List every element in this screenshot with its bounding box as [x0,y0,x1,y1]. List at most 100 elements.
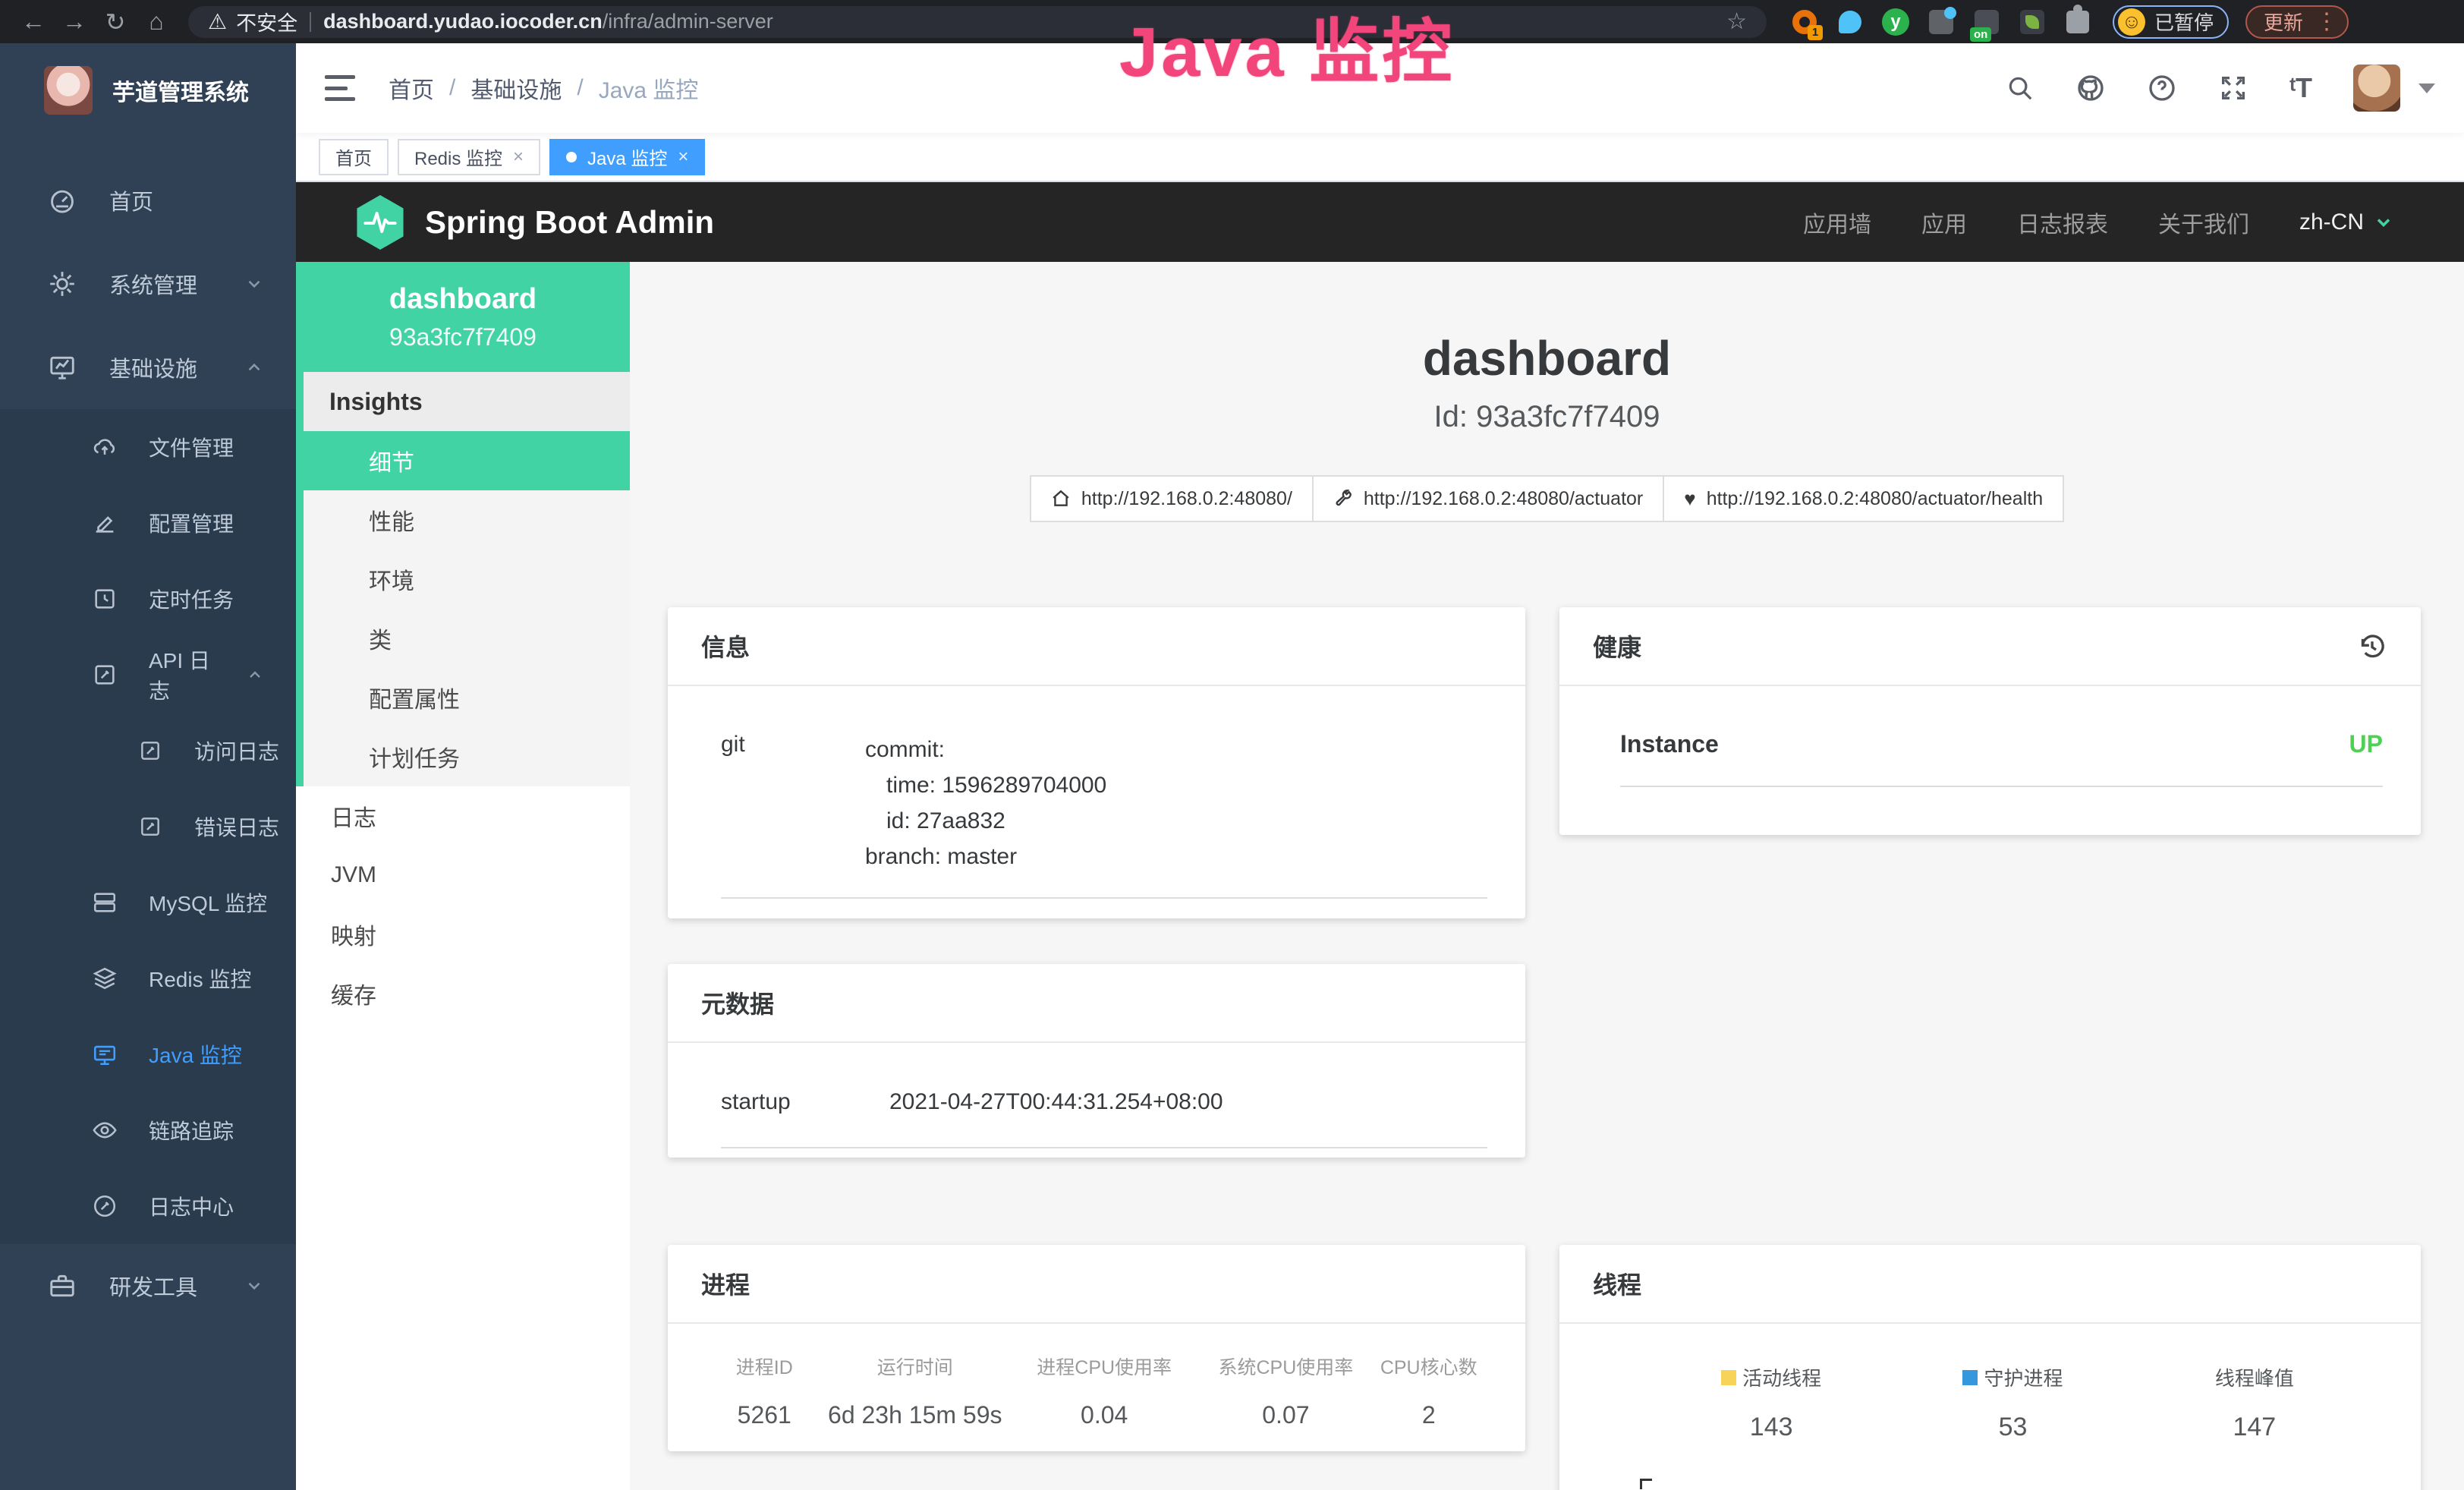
cpu-cores-value: 2 [1374,1401,1483,1429]
legend-peak-threads: 线程峰值 147 [2134,1363,2375,1442]
system-cpu-value: 0.07 [1197,1401,1374,1429]
breadcrumb-infra[interactable]: 基础设施 [470,71,562,105]
extension-icon-leaf[interactable] [2017,7,2047,37]
sba-menu-scheduled-tasks[interactable]: 计划任务 [304,727,630,786]
close-icon[interactable]: × [513,146,524,168]
search-icon[interactable] [2006,74,2034,102]
sba-nav-journal[interactable]: 日志报表 [2017,206,2108,239]
sidebar-item-config[interactable]: 配置管理 [0,485,296,561]
sidebar-item-system[interactable]: 系统管理 [0,242,296,326]
sidebar-item-apilog[interactable]: API 日志 [0,637,296,713]
extension-icon-grid[interactable] [1926,7,1956,37]
tab-java-monitor[interactable]: Java 监控 × [549,139,705,175]
axis-corner [1640,1479,1652,1489]
legend-label: 线程峰值 [2215,1363,2294,1391]
sba-nav-wallboard[interactable]: 应用墙 [1803,206,1871,239]
endpoint-buttons: http://192.168.0.2:48080/ http://192.168… [630,475,2464,522]
url-host: dashboard.yudao.iocoder.cn [323,10,603,33]
sidebar-item-infra[interactable]: 基础设施 [0,326,296,409]
extension-icon-on[interactable] [1972,7,2002,37]
endpoint-url: http://192.168.0.2:48080/actuator/health [1707,488,2043,510]
sidebar-item-job[interactable]: 定时任务 [0,561,296,637]
browser-update-button[interactable]: 更新 ⋮ [2245,5,2349,39]
endpoint-health-button[interactable]: ♥ http://192.168.0.2:48080/actuator/heal… [1663,475,2064,522]
sba-menu-metrics[interactable]: 性能 [304,490,630,550]
infra-submenu: 文件管理 配置管理 定时任务 [0,409,296,1244]
home-icon[interactable]: ⌂ [138,5,175,39]
heart-icon: ♥ [1684,487,1695,511]
security-warning[interactable]: ⚠ 不安全 [208,7,297,36]
sidebar-item-file[interactable]: 文件管理 [0,409,296,485]
endpoint-actuator-button[interactable]: http://192.168.0.2:48080/actuator [1312,475,1664,522]
profile-paused-chip[interactable]: ☺ 已暂停 [2113,5,2229,39]
font-size-icon[interactable]: ᵗT [2289,72,2312,104]
sba-instance-box[interactable]: dashboard 93a3fc7f7409 [296,262,630,372]
layers-icon [90,966,120,991]
sba-menu-config-props[interactable]: 配置属性 [304,668,630,727]
column-header: CPU核心数 [1374,1353,1483,1380]
url-text[interactable]: dashboard.yudao.iocoder.cn/infra/admin-s… [323,10,773,33]
sidebar-item-label: 文件管理 [149,432,234,462]
sidebar-item-label: Java 监控 [149,1039,242,1069]
tab-redis-monitor[interactable]: Redis 监控 × [398,139,540,175]
sidebar-item-mysql[interactable]: MySQL 监控 [0,865,296,940]
help-icon[interactable] [2147,73,2177,103]
sidebar-item-label: 研发工具 [109,1270,212,1302]
sidebar-item-home[interactable]: 首页 [0,159,296,242]
sidebar-item-label: 访问日志 [194,736,279,766]
threads-card: 线程 活动线程 143 [1559,1245,2421,1490]
extension-icon-pin[interactable] [1835,7,1865,37]
sidebar-item-access-log[interactable]: 访问日志 [0,713,296,789]
extension-icon-green-y[interactable]: y [1880,7,1911,37]
sidebar-item-trace[interactable]: 链路追踪 [0,1092,296,1168]
process-cpu-value: 0.04 [1012,1401,1197,1429]
sba-language-select[interactable]: zh-CN [2299,209,2394,235]
threads-chart: 140 120 100 [1559,1474,2421,1490]
sba-nav-about[interactable]: 关于我们 [2158,206,2249,239]
sba-menu-caches[interactable]: 缓存 [296,964,630,1023]
annotation-java-monitor: Java 监控 [1119,0,1455,96]
legend-swatch-yellow [1721,1370,1736,1385]
sidebar-item-label: 配置管理 [149,508,234,538]
browser-menu-icon[interactable]: ⋮ [2315,8,2338,35]
github-icon[interactable] [2075,73,2106,103]
extensions-puzzle-icon[interactable] [2063,7,2093,37]
sidebar-menu: 首页 系统管理 基础设施 [0,159,296,1328]
sba-menu-environment[interactable]: 环境 [304,550,630,609]
edit-circle-icon [90,1193,120,1219]
tab-home[interactable]: 首页 [319,139,389,175]
breadcrumb-home[interactable]: 首页 [389,71,434,105]
sba-menu-details[interactable]: 细节 [296,431,630,490]
endpoint-home-button[interactable]: http://192.168.0.2:48080/ [1030,475,1314,522]
history-clock-icon [90,586,120,612]
back-icon[interactable]: ← [15,5,52,39]
forward-icon[interactable]: → [56,5,93,39]
close-icon[interactable]: × [678,146,688,168]
reload-icon[interactable]: ↻ [97,5,134,39]
hamburger-icon[interactable] [325,75,355,101]
git-commit-line: commit: [865,732,1106,767]
sidebar-item-log-center[interactable]: 日志中心 [0,1168,296,1244]
sidebar-item-redis[interactable]: Redis 监控 [0,940,296,1016]
process-header-row: 进程ID 运行时间 进程CPU使用率 系统CPU使用率 CPU核心数 [710,1353,1483,1380]
sba-menu-classes[interactable]: 类 [304,609,630,668]
sidebar-item-error-log[interactable]: 错误日志 [0,789,296,865]
user-avatar[interactable] [2353,65,2400,112]
sba-menu-jvm[interactable]: JVM [296,846,630,905]
fullscreen-icon[interactable] [2218,73,2248,103]
profile-avatar-emoji: ☺ [2118,8,2145,36]
sba-menu-mappings[interactable]: 映射 [296,905,630,964]
sidebar-item-label: 基础设施 [109,351,212,383]
page-instance-id: Id: 93a3fc7f7409 [630,400,2464,434]
sidebar-item-java-monitor[interactable]: Java 监控 [0,1016,296,1092]
extension-icon-orange[interactable]: 1 [1789,7,1820,37]
tab-label: 首页 [335,143,372,170]
sidebar-item-dev-tools[interactable]: 研发工具 [0,1244,296,1328]
avatar-caret-down-icon[interactable] [2418,83,2435,93]
sba-menu-logs[interactable]: 日志 [296,786,630,846]
sba-insights-header: Insights [304,372,630,431]
bookmark-star-icon[interactable]: ☆ [1726,8,1747,35]
sba-nav-applications[interactable]: 应用 [1921,206,1967,239]
history-icon[interactable] [2357,631,2387,661]
address-bar[interactable]: ⚠ 不安全 dashboard.yudao.iocoder.cn/infra/a… [188,6,1767,38]
